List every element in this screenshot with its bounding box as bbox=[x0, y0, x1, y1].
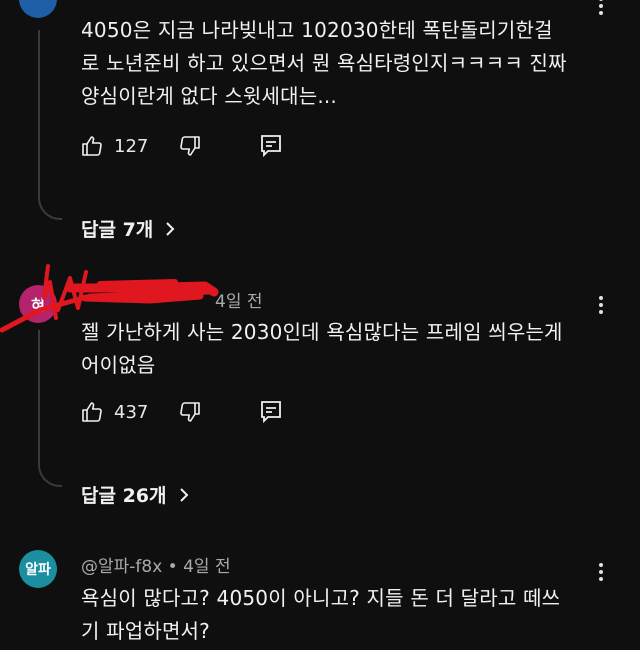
comment-actions: 127 bbox=[80, 134, 282, 158]
thumbs-up-icon bbox=[82, 402, 102, 422]
thumbs-down-icon bbox=[180, 136, 201, 156]
thread-curve bbox=[38, 455, 62, 487]
comment-reply-icon bbox=[261, 135, 282, 158]
comment-line: 기 파업하면서? bbox=[81, 619, 210, 643]
view-replies-button[interactable]: 답글 7개 bbox=[81, 215, 175, 242]
replies-label: 답글 26개 bbox=[81, 485, 167, 507]
avatar[interactable] bbox=[19, 0, 57, 18]
comment-line: 어이없음 bbox=[81, 353, 156, 377]
avatar[interactable]: 알파 bbox=[19, 550, 57, 588]
thumbs-down-icon bbox=[180, 402, 201, 422]
comment-line: 젤 가난하게 사는 2030인데 욕심많다는 프레임 씌우는게 bbox=[81, 320, 563, 344]
thumbs-up-icon bbox=[82, 136, 102, 156]
chevron-right-icon bbox=[179, 487, 188, 502]
comment-line: 양심이란게 없다 스윗세대는... bbox=[81, 84, 337, 108]
comment-line: 로 노년준비 하고 있으면서 뭔 욕심타령인지ㅋㅋㅋㅋ 진짜 bbox=[81, 51, 567, 75]
reply-button[interactable] bbox=[260, 400, 282, 424]
like-count: 437 bbox=[114, 401, 149, 423]
thread-curve bbox=[38, 190, 62, 220]
more-options-icon[interactable] bbox=[599, 293, 605, 317]
more-options-icon[interactable] bbox=[599, 560, 605, 584]
comment-line: 4050은 지금 나라빚내고 102030한테 폭탄돌리기한걸 bbox=[81, 18, 553, 42]
reply-button[interactable] bbox=[260, 134, 282, 158]
comment-handle[interactable]: @알파-f8x • 4일 전 bbox=[81, 552, 231, 577]
chevron-right-icon bbox=[166, 221, 175, 236]
comment-text: 욕심이 많다고? 4050이 아니고? 지들 돈 더 달라고 떼쓰 기 파업하면… bbox=[81, 582, 621, 648]
replies-label: 답글 7개 bbox=[81, 219, 154, 241]
thread-line bbox=[38, 30, 40, 195]
like-button[interactable] bbox=[80, 400, 104, 424]
thread-line bbox=[38, 330, 40, 460]
comment-reply-icon bbox=[261, 401, 282, 424]
view-replies-button[interactable]: 답글 26개 bbox=[81, 481, 189, 508]
dislike-button[interactable] bbox=[178, 134, 202, 158]
comment-actions: 437 bbox=[80, 400, 282, 424]
dislike-button[interactable] bbox=[178, 400, 202, 424]
comment-line: 욕심이 많다고? 4050이 아니고? 지들 돈 더 달라고 떼쓰 bbox=[81, 586, 561, 610]
comment-text: 4050은 지금 나라빚내고 102030한테 폭탄돌리기한걸 로 노년준비 하… bbox=[81, 14, 621, 113]
like-button[interactable] bbox=[80, 134, 104, 158]
comment-text: 젤 가난하게 사는 2030인데 욕심많다는 프레임 씌우는게 어이없음 bbox=[81, 316, 621, 382]
like-count: 127 bbox=[114, 135, 149, 157]
